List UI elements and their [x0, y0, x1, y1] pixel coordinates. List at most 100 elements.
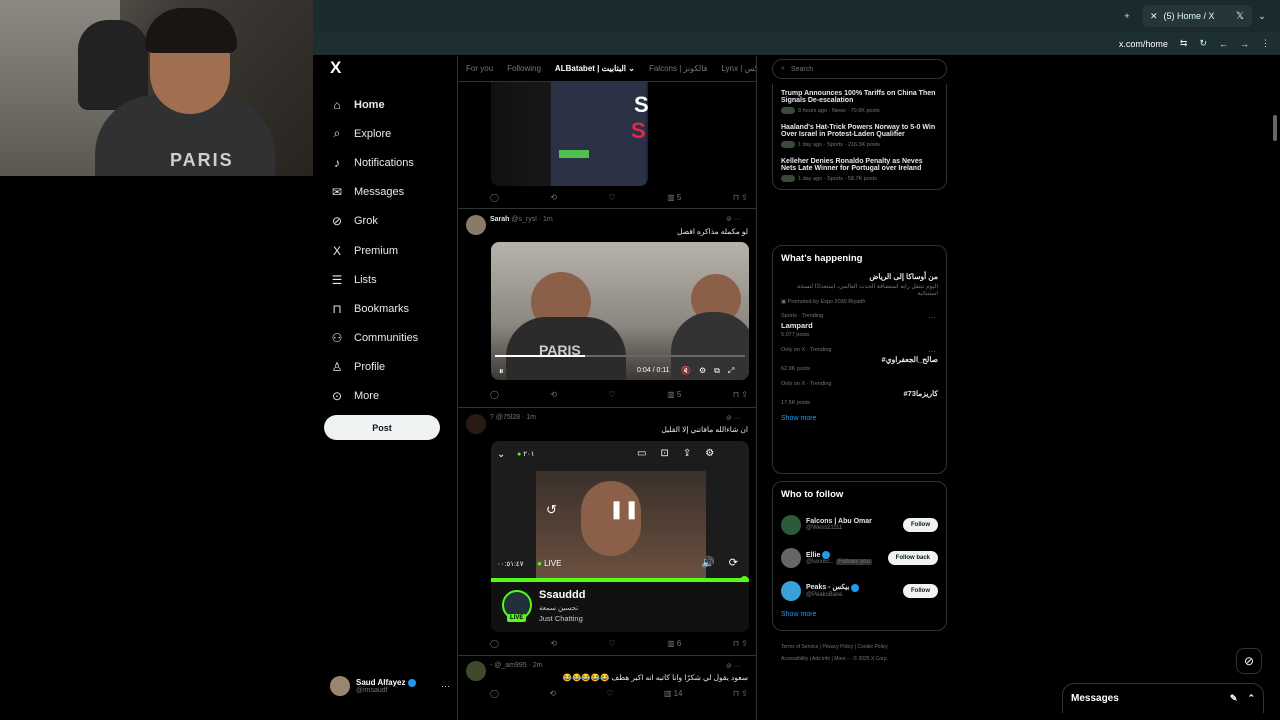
browser-tab[interactable]: ✕ (5) Home / X 𝕏: [1142, 5, 1252, 27]
grok-icon[interactable]: ⊘ ···: [726, 662, 741, 670]
x-logo[interactable]: X: [330, 58, 360, 82]
bookmark-share[interactable]: ⊓ ⇪: [733, 390, 748, 399]
reply-icon[interactable]: ◯: [490, 193, 499, 202]
follow-suggestion[interactable]: Ellie @luxxiEl... Follows you Follow bac…: [781, 541, 938, 574]
tab-albatabet[interactable]: ALBatabet | البتابيت ⌄: [555, 64, 635, 73]
views-icon[interactable]: ▥ 6: [667, 639, 681, 648]
nav-item-explore[interactable]: ⌕ Explore: [322, 119, 452, 148]
nav-item-grok[interactable]: ⊘ Grok: [322, 207, 452, 236]
post-button[interactable]: Post: [324, 415, 440, 440]
show-more-link[interactable]: Show more: [781, 611, 938, 618]
sync-icon[interactable]: ⟳: [729, 556, 738, 569]
expand-icon[interactable]: ⌃: [1247, 693, 1255, 704]
scrollbar[interactable]: [1273, 115, 1277, 141]
tweet-actions: ◯ ⟲ ♡ ▥ 5 ⊓ ⇪: [490, 390, 748, 399]
messages-drawer[interactable]: Messages ✎ ⌃: [1062, 683, 1264, 713]
nav-item-messages[interactable]: ✉ Messages: [322, 178, 452, 207]
views-icon[interactable]: ▥ 5: [667, 390, 681, 399]
tweet-image[interactable]: S S: [491, 82, 648, 186]
grok-fab-icon[interactable]: ⊘: [1236, 648, 1262, 674]
chat-icon[interactable]: ▭: [637, 448, 646, 459]
cast-icon[interactable]: ⊡: [660, 448, 668, 459]
like-icon[interactable]: ♡: [606, 689, 613, 698]
browser-menu-icon[interactable]: ⋮: [1261, 38, 1270, 49]
volume-icon[interactable]: 🔊: [701, 556, 715, 569]
account-switcher[interactable]: Saud Alfayez @imsaudf ···: [330, 672, 450, 700]
bookmark-share[interactable]: ⊓ ⇪: [733, 689, 748, 698]
news-item[interactable]: Kelleher Denies Ronaldo Penalty as Neves…: [781, 158, 938, 182]
tab-following[interactable]: Following: [507, 64, 541, 73]
pause-icon[interactable]: ❚❚: [609, 499, 639, 520]
like-icon[interactable]: ♡: [609, 193, 616, 202]
fullscreen-icon[interactable]: ⤢: [728, 366, 734, 376]
live-stream-video[interactable]: ⌄ ● ٢٠١ ▭ ⊡ ⇪ ⚙ ↺ ❚❚ ٠٠:٥١:٤٧ ● LIVE 🔊 ⟳…: [491, 441, 749, 632]
nav-item-lists[interactable]: ☰ Lists: [322, 265, 452, 294]
nav-item-communities[interactable]: ⚇ Communities: [322, 324, 452, 353]
news-item[interactable]: Haaland's Hat-Trick Powers Norway to 5-0…: [781, 124, 938, 148]
nav-item-notifications[interactable]: ♪ Notifications: [322, 148, 452, 177]
settings-icon[interactable]: ⚙: [699, 366, 706, 376]
reply-icon[interactable]: ◯: [490, 689, 499, 698]
trend-item[interactable]: Only on X · Trending #كاريزما73 17.5K po…: [781, 381, 938, 406]
mute-icon[interactable]: 🔇: [681, 366, 691, 376]
more-dots-icon[interactable]: ···: [441, 681, 450, 691]
tab-lynx[interactable]: Lynx | لينكس: [721, 64, 756, 73]
repost-icon[interactable]: ⟲: [550, 390, 557, 399]
tab-close-icon[interactable]: ✕: [1150, 11, 1158, 22]
bookmark-share[interactable]: ⊓ ⇪: [733, 639, 748, 648]
tab-for-you[interactable]: For you: [466, 64, 493, 73]
settings-icon[interactable]: ⚙: [705, 448, 714, 459]
search-input[interactable]: ⌕ Search: [772, 59, 947, 79]
follow-button[interactable]: Follow: [903, 583, 938, 598]
trend-item[interactable]: Sports · Trending Lampard 5,077 posts ··…: [781, 313, 938, 338]
views-icon[interactable]: ▥ 14: [664, 689, 683, 698]
site-settings-icon[interactable]: ⇆: [1180, 38, 1188, 49]
pause-icon[interactable]: ⏸: [499, 366, 504, 377]
nav-item-bookmarks[interactable]: ⊓ Bookmarks: [322, 294, 452, 323]
bookmark-share[interactable]: ⊓ ⇪: [733, 193, 748, 202]
author-name[interactable]: Sarah: [490, 216, 509, 223]
show-more-link[interactable]: Show more: [781, 415, 938, 422]
repost-icon[interactable]: ⟲: [549, 689, 556, 698]
reload-icon[interactable]: ↻: [1199, 38, 1207, 49]
promoted-trend[interactable]: من أوساكا إلى الرياض اليوم تنتقل راية اس…: [781, 272, 938, 305]
tweet-actions: ◯ ⟲ ♡ ▥ 14 ⊓ ⇪: [490, 689, 748, 698]
avatar[interactable]: [466, 414, 486, 434]
more-dots-icon[interactable]: ···: [928, 347, 936, 356]
trend-item[interactable]: Only on X · Trending #صالح_الجعفراوي 62.…: [781, 347, 938, 372]
video-progress[interactable]: [495, 355, 745, 357]
avatar[interactable]: [466, 215, 486, 235]
address-bar[interactable]: x.com/home ⇆ ↻ ← → ⋮: [313, 32, 1280, 55]
new-tab-button[interactable]: +: [1118, 11, 1136, 21]
rewind-icon[interactable]: ↺: [546, 502, 557, 518]
news-item[interactable]: Trump Announces 100% Tariffs on China Th…: [781, 90, 938, 114]
grok-icon[interactable]: ⊘ ···: [726, 414, 741, 422]
follow-suggestion[interactable]: Falcons | Abu Omar @Wess21111 Follow: [781, 508, 938, 541]
like-icon[interactable]: ♡: [609, 639, 616, 648]
share-icon[interactable]: ⇪: [683, 448, 691, 459]
more-dots-icon[interactable]: ···: [928, 313, 936, 322]
views-icon[interactable]: ▥ 5: [667, 193, 681, 202]
forward-icon[interactable]: →: [1240, 39, 1249, 49]
back-icon[interactable]: ←: [1219, 39, 1228, 49]
reply-icon[interactable]: ◯: [490, 390, 499, 399]
follow-suggestion[interactable]: Peaks - بيكس @PeaksBase Follow: [781, 574, 938, 607]
nav-item-premium[interactable]: X Premium: [322, 236, 452, 265]
window-menu-icon[interactable]: ⌄: [1252, 11, 1272, 22]
reply-icon[interactable]: ◯: [490, 639, 499, 648]
repost-icon[interactable]: ⟲: [550, 193, 557, 202]
repost-icon[interactable]: ⟲: [550, 639, 557, 648]
pip-icon[interactable]: ⧉: [714, 366, 720, 376]
nav-item-more[interactable]: ⊙ More: [322, 382, 452, 411]
nav-item-home[interactable]: ⌂ Home: [322, 90, 452, 119]
follow-back-button[interactable]: Follow back: [887, 550, 938, 565]
avatar[interactable]: [466, 661, 486, 681]
chevron-down-icon[interactable]: ⌄: [497, 449, 505, 460]
tab-falcons[interactable]: Falcons | فالكونز: [649, 64, 707, 73]
compose-icon[interactable]: ✎: [1230, 693, 1238, 704]
like-icon[interactable]: ♡: [609, 390, 616, 399]
grok-icon[interactable]: ⊘ ···: [726, 215, 741, 223]
follow-button[interactable]: Follow: [903, 517, 938, 532]
tweet-video[interactable]: PARIS ⏸ 0:04 / 0:11 🔇 ⚙ ⧉ ⤢: [491, 242, 749, 380]
nav-item-profile[interactable]: ♙ Profile: [322, 353, 452, 382]
